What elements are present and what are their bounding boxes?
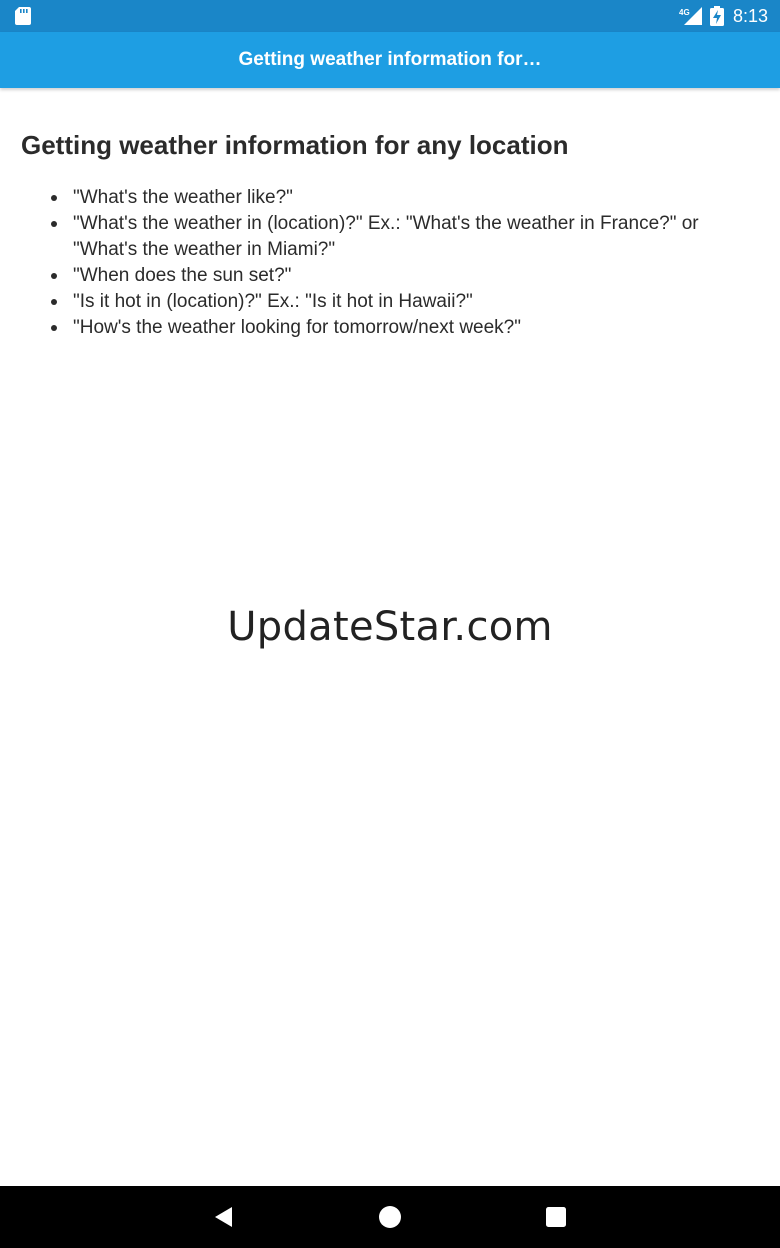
bullet-icon bbox=[51, 195, 57, 201]
bullet-icon bbox=[51, 325, 57, 331]
watermark: UpdateStar.com bbox=[227, 604, 553, 650]
signal-icon: 4G bbox=[679, 7, 702, 25]
bullet-icon bbox=[51, 299, 57, 305]
list-item: "What's the weather like?" bbox=[0, 185, 780, 211]
example-phrase: "Is it hot in (location)?" Ex.: "Is it h… bbox=[73, 291, 473, 312]
status-clock: 8:13 bbox=[733, 6, 769, 26]
home-icon[interactable] bbox=[378, 1205, 402, 1229]
example-phrase: "What's the weather in (location)?" Ex.:… bbox=[73, 213, 699, 260]
battery-charging-icon bbox=[710, 6, 724, 26]
app-bar: Getting weather information for… bbox=[0, 32, 780, 88]
sd-card-icon bbox=[15, 7, 31, 25]
example-phrase: "What's the weather like?" bbox=[73, 187, 293, 208]
page-title: Getting weather information for any loca… bbox=[21, 130, 569, 160]
list-item: "When does the sun set?" bbox=[0, 263, 780, 289]
status-bar: 4G 8:13 bbox=[0, 0, 780, 32]
network-type-label: 4G bbox=[679, 8, 690, 17]
bullet-icon bbox=[51, 221, 57, 227]
bullet-icon bbox=[51, 273, 57, 279]
example-phrases-list: "What's the weather like?" "What's the w… bbox=[0, 185, 780, 341]
back-icon[interactable] bbox=[212, 1205, 236, 1229]
list-item: "How's the weather looking for tomorrow/… bbox=[0, 315, 780, 341]
example-phrase: "When does the sun set?" bbox=[73, 265, 292, 286]
example-phrase: "How's the weather looking for tomorrow/… bbox=[73, 317, 521, 338]
navigation-bar bbox=[0, 1186, 780, 1248]
list-item: "What's the weather in (location)?" Ex.:… bbox=[0, 211, 780, 263]
list-item: "Is it hot in (location)?" Ex.: "Is it h… bbox=[0, 289, 780, 315]
recents-icon[interactable] bbox=[544, 1205, 568, 1229]
app-bar-title: Getting weather information for… bbox=[238, 49, 542, 70]
